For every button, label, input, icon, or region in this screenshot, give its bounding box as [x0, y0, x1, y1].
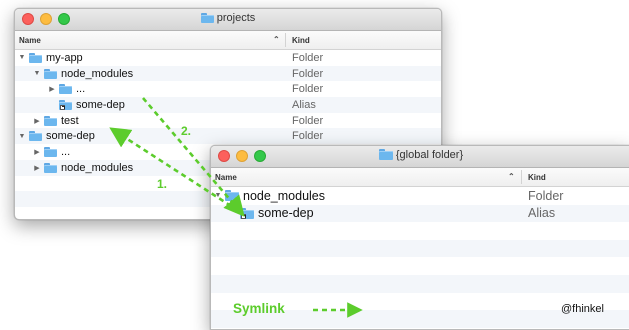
title-bar: projects	[15, 9, 441, 31]
disclosure-collapsed-icon[interactable]: ▶	[32, 148, 42, 156]
item-label: ...	[61, 145, 71, 158]
disclosure-expanded-icon[interactable]: ▼	[32, 70, 42, 77]
window-title: {global folder}	[211, 149, 629, 161]
column-kind[interactable]: Kind	[292, 36, 310, 45]
alias-folder-icon	[59, 99, 72, 110]
item-kind: Folder	[292, 130, 324, 143]
list-item[interactable]: ▼ my-app Folder	[15, 50, 441, 66]
disclosure-expanded-icon[interactable]: ▼	[17, 54, 27, 61]
arrow-1-label: 1.	[157, 177, 168, 191]
disclosure-collapsed-icon[interactable]: ▶	[47, 85, 57, 93]
item-kind: Folder	[292, 83, 324, 96]
item-kind: Folder	[528, 188, 564, 203]
column-divider[interactable]	[285, 33, 286, 47]
item-name-cell: ▶ node_modules	[32, 160, 133, 176]
column-name[interactable]: Name	[19, 36, 41, 45]
empty-row	[211, 222, 629, 240]
folder-icon	[200, 13, 214, 23]
item-name-cell: ▶...	[47, 81, 85, 97]
folder-icon	[44, 146, 57, 157]
disclosure-expanded-icon[interactable]: ▼	[17, 133, 27, 140]
alias-arrow-icon	[60, 104, 65, 110]
item-kind: Folder	[292, 114, 324, 127]
item-name-cell: ▼ my-app	[17, 50, 83, 66]
item-label: ...	[76, 83, 86, 96]
folder-icon	[29, 131, 42, 142]
item-kind: Folder	[292, 67, 324, 80]
item-name-cell: some-dep	[228, 205, 314, 223]
alias-folder-icon	[240, 207, 254, 219]
item-label: some-dep	[46, 130, 95, 143]
item-kind: Alias	[292, 98, 316, 111]
item-name-cell: ▼ node_modules	[213, 187, 325, 205]
window-title: projects	[15, 12, 441, 24]
window-title-text: projects	[216, 12, 256, 24]
item-kind: Alias	[528, 206, 556, 221]
folder-icon	[44, 162, 57, 173]
item-name-cell: ▼ some-dep	[17, 128, 95, 144]
item-name-cell: some-dep	[47, 97, 125, 113]
item-label: my-app	[46, 51, 83, 64]
credit-text: @fhinkel	[561, 303, 604, 315]
item-label: some-dep	[76, 98, 125, 111]
folder-icon	[378, 149, 393, 160]
legend-label: Symlink	[233, 301, 285, 316]
item-label: test	[61, 114, 79, 127]
folder-icon	[44, 115, 57, 126]
list-item[interactable]: ▼ node_modules Folder	[211, 187, 629, 205]
window-title-text: {global folder}	[395, 149, 464, 161]
empty-row	[211, 257, 629, 275]
item-label: some-dep	[258, 206, 314, 221]
disclosure-collapsed-icon[interactable]: ▶	[32, 117, 42, 125]
disclosure-expanded-icon[interactable]: ▼	[213, 192, 223, 199]
folder-icon	[225, 190, 239, 202]
folder-icon	[29, 52, 42, 63]
item-label: node_modules	[61, 161, 134, 174]
item-name-cell: ▶...	[32, 144, 70, 160]
list-item[interactable]: ▶ test Folder	[15, 113, 441, 129]
item-label: node_modules	[243, 188, 326, 203]
column-header: Name ⌃ Kind	[15, 31, 441, 50]
item-name-cell: ▶ test	[32, 113, 79, 129]
title-bar: {global folder}	[211, 146, 629, 168]
column-name[interactable]: Name	[215, 173, 237, 182]
sort-ascending-icon[interactable]: ⌃	[508, 172, 515, 181]
empty-row	[211, 239, 629, 258]
item-label: node_modules	[61, 67, 134, 80]
list-item[interactable]: ▼ node_modules Folder	[15, 65, 441, 82]
sort-ascending-icon[interactable]: ⌃	[273, 35, 280, 44]
column-divider[interactable]	[521, 170, 522, 184]
list-item[interactable]: ▶... Folder	[15, 81, 441, 97]
list-item[interactable]: ▼ some-dep Folder	[15, 128, 441, 145]
empty-row	[211, 274, 629, 293]
arrow-2-label: 2.	[181, 124, 192, 138]
folder-icon	[44, 68, 57, 79]
disclosure-collapsed-icon[interactable]: ▶	[32, 164, 42, 172]
item-name-cell: ▼ node_modules	[32, 66, 134, 82]
column-kind[interactable]: Kind	[528, 173, 546, 182]
item-kind: Folder	[292, 51, 324, 64]
column-header: Name ⌃ Kind	[211, 168, 629, 187]
list-item[interactable]: some-dep Alias	[15, 97, 441, 113]
alias-arrow-icon	[241, 213, 246, 219]
list-item[interactable]: some-dep Alias	[211, 204, 629, 223]
folder-icon	[59, 84, 72, 95]
